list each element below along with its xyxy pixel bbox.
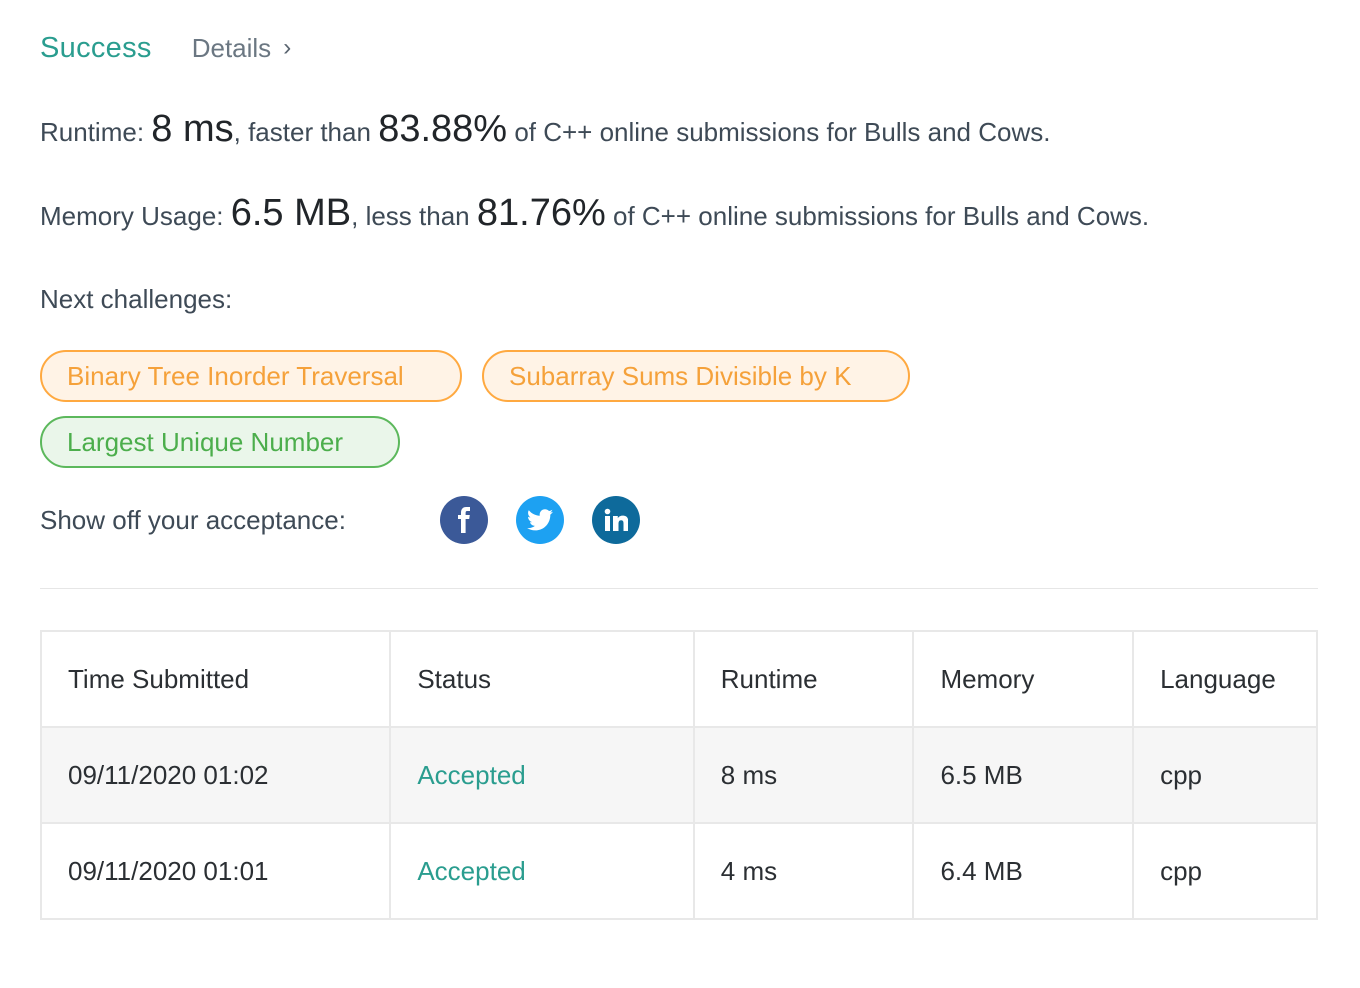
column-header-runtime: Runtime: [692, 630, 915, 728]
memory-stat: Memory Usage: 6.5 MB, less than 81.76% o…: [40, 192, 1149, 235]
status-link[interactable]: Accepted: [389, 726, 695, 824]
cell-time: 09/11/2020 01:01: [39, 822, 392, 920]
memory-label: Memory Usage:: [40, 201, 224, 231]
memory-percent: 81.76%: [476, 192, 606, 234]
challenge-tag-subarray-sums-divisible-by-k[interactable]: Subarray Sums Divisible by K: [482, 350, 910, 402]
table-header-row: Time Submitted Status Runtime Memory Lan…: [39, 630, 1318, 728]
status-link[interactable]: Accepted: [389, 822, 695, 920]
runtime-percent: 83.88%: [378, 108, 508, 150]
facebook-icon[interactable]: [440, 496, 488, 544]
memory-suffix: of C++ online submissions for Bulls and …: [613, 201, 1150, 231]
next-challenges-label: Next challenges:: [40, 284, 233, 314]
column-header-time: Time Submitted: [39, 630, 392, 728]
challenge-tag-largest-unique-number[interactable]: Largest Unique Number: [40, 416, 400, 468]
result-header: Success Details ›: [40, 28, 291, 68]
runtime-suffix: of C++ online submissions for Bulls and …: [514, 117, 1051, 147]
submissions-table: Time Submitted Status Runtime Memory Lan…: [39, 630, 1318, 920]
cell-time: 09/11/2020 01:02: [39, 726, 392, 824]
runtime-stat: Runtime: 8 ms, faster than 83.88% of C++…: [40, 108, 1050, 151]
linkedin-icon[interactable]: [592, 496, 640, 544]
column-header-language: Language: [1132, 630, 1318, 728]
cell-runtime: 4 ms: [692, 822, 915, 920]
memory-comparison: , less than: [351, 201, 470, 231]
memory-value: 6.5 MB: [230, 192, 352, 234]
section-divider: [40, 588, 1318, 589]
cell-language: cpp: [1132, 822, 1318, 920]
status-title: Success: [40, 31, 152, 64]
twitter-icon[interactable]: [516, 496, 564, 544]
challenge-tag-binary-tree-inorder-traversal[interactable]: Binary Tree Inorder Traversal: [40, 350, 462, 402]
cell-memory: 6.4 MB: [912, 822, 1135, 920]
runtime-comparison: , faster than: [233, 117, 371, 147]
cell-runtime: 8 ms: [692, 726, 915, 824]
share-label: Show off your acceptance:: [40, 504, 346, 535]
table-row: 09/11/2020 01:02 Accepted 8 ms 6.5 MB cp…: [39, 726, 1318, 824]
details-label: Details: [191, 32, 272, 63]
details-link[interactable]: Details ›: [192, 33, 291, 64]
table-row: 09/11/2020 01:01 Accepted 4 ms 6.4 MB cp…: [39, 822, 1318, 920]
column-header-memory: Memory: [912, 630, 1135, 728]
column-header-status: Status: [389, 630, 695, 728]
runtime-value: 8 ms: [151, 108, 234, 150]
runtime-label: Runtime:: [40, 117, 145, 147]
cell-language: cpp: [1132, 726, 1318, 824]
share-row: Show off your acceptance:: [40, 496, 668, 544]
cell-memory: 6.5 MB: [912, 726, 1135, 824]
chevron-right-icon: ›: [283, 34, 292, 61]
